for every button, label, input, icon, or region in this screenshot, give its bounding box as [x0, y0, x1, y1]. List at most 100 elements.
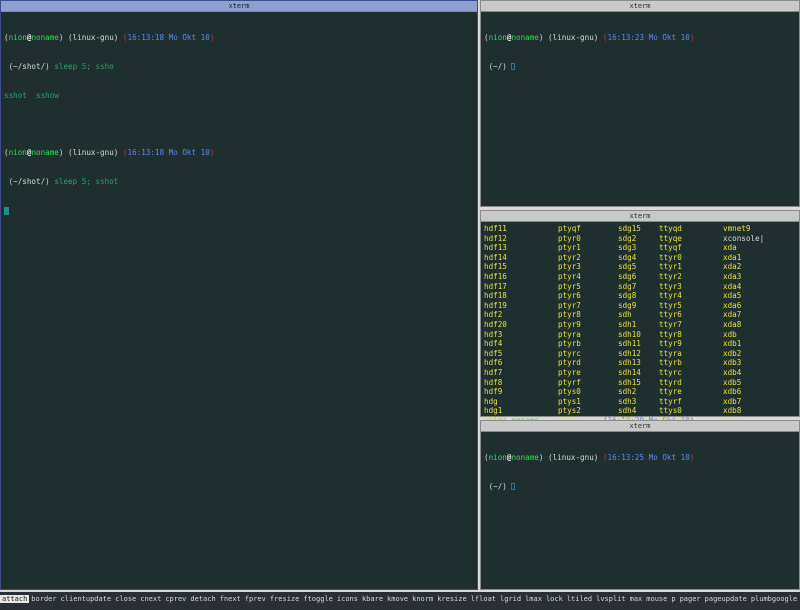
wm-command-lock[interactable]: lock: [544, 595, 565, 603]
window-title[interactable]: xterm: [481, 421, 799, 432]
wm-command-pageupdate[interactable]: pageupdate: [703, 595, 749, 603]
time-close-paren: ): [209, 33, 215, 43]
wm-command-fprev[interactable]: fprev: [243, 595, 268, 603]
device-entry: ttyr5: [659, 300, 682, 310]
device-entry: ptyr1: [558, 243, 581, 253]
wm-command-icons[interactable]: icons: [335, 595, 360, 603]
device-entry: ptyqf: [558, 224, 581, 233]
time-close-paren: ): [689, 33, 695, 43]
wm-command-kresize[interactable]: kresize: [435, 595, 469, 603]
device-entry: ttyr8: [659, 329, 682, 339]
prompt-user: nion: [8, 148, 27, 158]
prompt-line: (nion@noname) (linux-gnu) (16:13:18 Mo O…: [4, 33, 474, 43]
command-line: (~/shot/) sleep 5; ssho: [4, 62, 474, 72]
wm-command-fresize[interactable]: fresize: [268, 595, 302, 603]
wm-command-pager[interactable]: pager: [678, 595, 703, 603]
device-entry: ttyr6: [659, 310, 682, 320]
wm-command-border[interactable]: border: [29, 595, 58, 603]
device-entry: xconsole|: [723, 233, 765, 243]
device-entry: hdf19: [484, 300, 507, 310]
text-cursor[interactable]: [4, 206, 9, 215]
prompt-dir: (~/): [488, 61, 507, 71]
device-entry: sdg15: [618, 224, 641, 233]
device-entry: hdf2: [484, 310, 503, 320]
wm-command-close[interactable]: close: [113, 595, 138, 603]
paren-close: ): [58, 148, 64, 158]
wm-command-clientupdate[interactable]: clientupdate: [59, 595, 114, 603]
wm-command-attach[interactable]: attach: [0, 595, 30, 603]
xterm-window-top-right[interactable]: xterm (nion@noname) (linux-gnu) (16:13:2…: [480, 0, 800, 207]
wm-command-knorm[interactable]: knorm: [410, 595, 435, 603]
xterm-window-bottom-right[interactable]: xterm (nion@noname) (linux-gnu) (16:13:2…: [480, 420, 800, 590]
device-entry: xda4: [723, 281, 742, 291]
wm-command-plumbgoogle[interactable]: plumbgoogle: [749, 595, 799, 603]
wm-command-ftoggle[interactable]: ftoggle: [301, 595, 335, 603]
device-entry: ttyre: [659, 387, 682, 397]
paren-close: ): [538, 453, 544, 463]
command-line: (~/shot/) sleep 5; sshot: [4, 177, 474, 187]
wm-command-p[interactable]: p: [669, 595, 677, 603]
window-title[interactable]: xterm: [1, 1, 477, 12]
wm-command-ltiled[interactable]: ltiled: [565, 595, 594, 603]
wm-command-mouse[interactable]: mouse: [644, 595, 669, 603]
terminal-content[interactable]: (nion@noname) (linux-gnu) (16:13:25 Mo O…: [481, 432, 799, 513]
device-entry: hdf4: [484, 339, 503, 349]
device-entry: sdh4: [618, 406, 637, 416]
text-cursor[interactable]: [511, 63, 516, 71]
prompt-time: 16:13:18 Mo Okt 10: [127, 148, 210, 158]
wm-command-kbare[interactable]: kbare: [360, 595, 385, 603]
device-entry: ttyr3: [659, 281, 682, 291]
device-entry: hdf12: [484, 233, 507, 243]
prompt-line: (nion@noname) (linux-gnu) (16:13:23 Mo O…: [484, 33, 796, 43]
device-entry: ptyrd: [558, 358, 581, 368]
wm-command-max[interactable]: max: [628, 595, 645, 603]
prompt-os: (linux-gnu): [548, 453, 599, 463]
device-entry: ptyrc: [558, 348, 581, 358]
device-entry: xda: [723, 243, 737, 253]
device-entry: ptyr0: [558, 233, 581, 243]
wm-command-lmax[interactable]: lmax: [523, 595, 544, 603]
device-entry: xda8: [723, 319, 742, 329]
completion-output: sshot sshow: [4, 90, 59, 100]
wm-command-cprev[interactable]: cprev: [163, 595, 188, 603]
device-entry: xda6: [723, 300, 742, 310]
text-cursor[interactable]: [511, 483, 516, 491]
typed-command: sleep 5; sshot: [54, 177, 119, 187]
wm-command-lfloat[interactable]: lfloat: [469, 595, 498, 603]
wm-command-fnext[interactable]: fnext: [218, 595, 243, 603]
xterm-window-main[interactable]: xterm (nion@noname) (linux-gnu) (16:13:1…: [0, 0, 478, 590]
device-entry: ptyra: [558, 329, 581, 339]
device-entry: ptyr2: [558, 252, 581, 262]
device-entry: sdg9: [618, 300, 637, 310]
device-entry: sdg7: [618, 281, 637, 291]
terminal-content[interactable]: (nion@noname) (linux-gnu) (16:13:23 Mo O…: [481, 12, 799, 93]
wm-command-lgrid[interactable]: lgrid: [498, 595, 523, 603]
window-title[interactable]: xterm: [481, 1, 799, 12]
wm-command-lvsplit[interactable]: lvsplit: [594, 595, 628, 603]
device-entry: xdb7: [723, 396, 742, 406]
device-entry: xdb6: [723, 387, 742, 397]
xterm-window-middle-right[interactable]: xterm hdf11 hdf12 hdf13 hdf14 hdf15 hdf16 hdf1…: [480, 210, 800, 454]
command-line: (~/): [484, 62, 796, 72]
prompt-user: nion: [488, 33, 507, 43]
device-entry: xdb3: [723, 358, 742, 368]
device-entry: sdh3: [618, 396, 637, 406]
wm-command-cnext[interactable]: cnext: [138, 595, 163, 603]
terminal-content[interactable]: (nion@noname) (linux-gnu) (16:13:18 Mo O…: [1, 12, 477, 237]
wm-command-detach[interactable]: detach: [188, 595, 217, 603]
prompt-dir: (~/shot/): [8, 61, 50, 71]
device-entry: hdf11: [484, 224, 507, 233]
device-entry: ttyr0: [659, 252, 682, 262]
device-entry: ttyrf: [659, 396, 682, 406]
prompt-time: 16:13:25 Mo Okt 10: [607, 453, 690, 463]
wm-command-kmove[interactable]: kmove: [385, 595, 410, 603]
device-entry: ttyrc: [659, 367, 682, 377]
device-entry: ttyqd: [659, 224, 682, 233]
device-entry: ptyre: [558, 367, 581, 377]
device-entry: ttyr2: [659, 271, 682, 281]
window-title[interactable]: xterm: [481, 211, 799, 222]
device-entry: hdf13: [484, 243, 507, 253]
device-entry: ttyrb: [659, 358, 682, 368]
device-entry: ptys2: [558, 406, 581, 416]
